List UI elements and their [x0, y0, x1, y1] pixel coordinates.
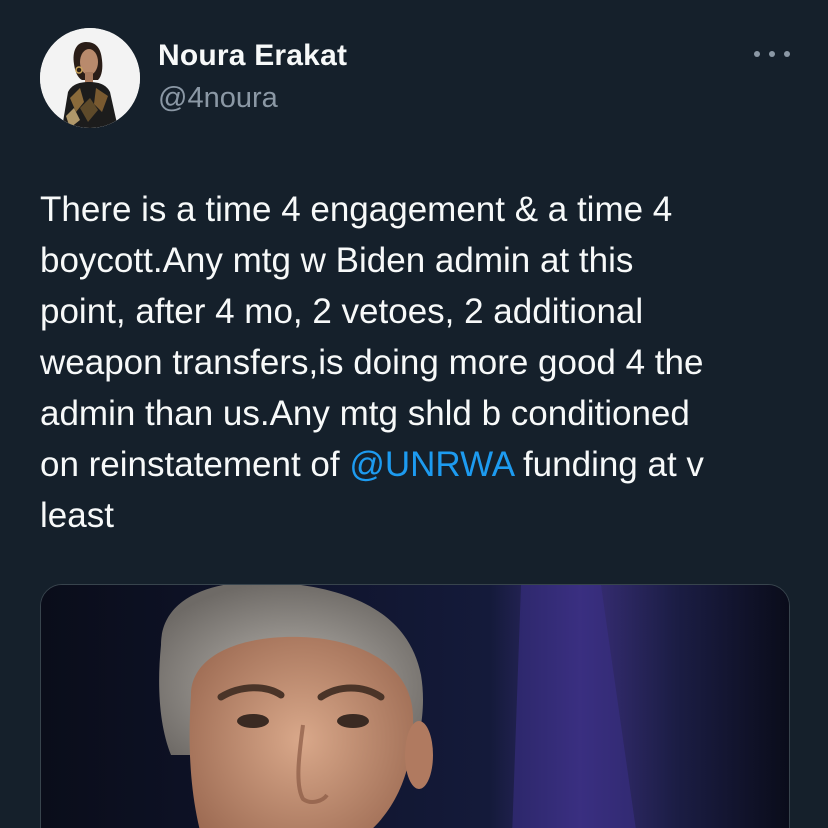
tweet-text: There is a time 4 engagement & a time 4 …	[40, 184, 800, 541]
author-handle[interactable]: @4noura	[158, 80, 347, 116]
author-info: Noura Erakat @4noura	[158, 38, 347, 116]
mention-link[interactable]: @UNRWA	[349, 445, 513, 484]
more-dot-icon	[769, 51, 775, 57]
more-dot-icon	[784, 51, 790, 57]
author-avatar[interactable]	[40, 28, 140, 128]
author-display-name[interactable]: Noura Erakat	[158, 38, 347, 74]
more-options-button[interactable]	[754, 44, 790, 64]
profile-photo-icon	[40, 28, 140, 128]
tweet: Noura Erakat @4noura There is a time 4 e…	[0, 0, 828, 828]
tweet-text-body: There is a time 4 engagement & a time 4 …	[40, 190, 704, 484]
tweet-media-image[interactable]	[40, 584, 790, 828]
more-dot-icon	[754, 51, 760, 57]
photo-image	[41, 585, 789, 828]
